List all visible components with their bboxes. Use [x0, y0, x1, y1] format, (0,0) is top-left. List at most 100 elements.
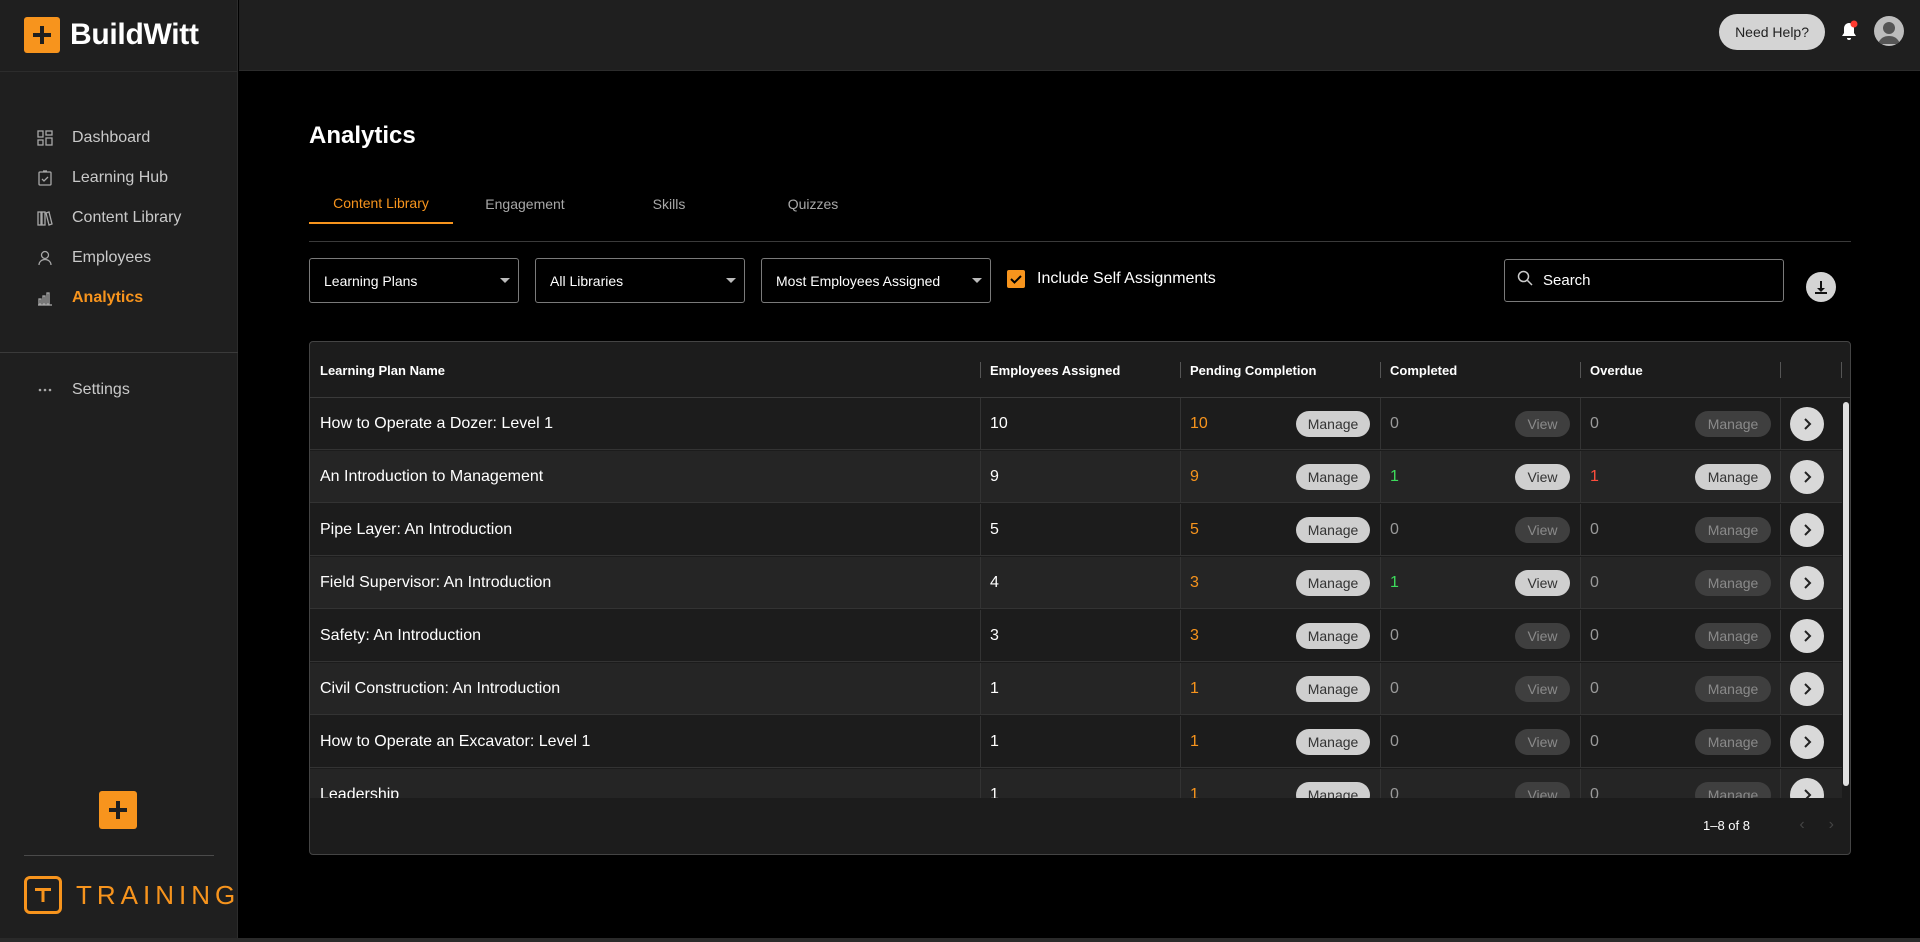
tab-quizzes[interactable]: Quizzes — [741, 184, 885, 224]
completed-view-button[interactable]: View — [1515, 729, 1570, 755]
row-details-button[interactable] — [1790, 460, 1824, 494]
column-header-name[interactable]: Learning Plan Name — [310, 342, 445, 398]
table-body: How to Operate a Dozer: Level 1 10 10 Ma… — [310, 398, 1850, 798]
scrollbar-thumb[interactable] — [1843, 402, 1849, 786]
completed-view-button[interactable]: View — [1515, 517, 1570, 543]
learning-plans-table: Learning Plan Name Employees Assigned Pe… — [309, 341, 1851, 855]
pending-manage-button[interactable]: Manage — [1296, 623, 1370, 649]
sidebar-item-settings[interactable]: Settings — [0, 370, 238, 410]
overdue-manage-button[interactable]: Manage — [1695, 623, 1771, 649]
employees-assigned-value: 5 — [990, 521, 999, 538]
person-icon — [36, 249, 54, 267]
table-row[interactable]: Leadership 1 1 Manage 0 View 0 Manage — [310, 769, 1850, 798]
completed-view-button[interactable]: View — [1515, 676, 1570, 702]
row-details-button[interactable] — [1790, 672, 1824, 706]
need-help-button[interactable]: Need Help? — [1719, 14, 1825, 50]
overdue-manage-button[interactable]: Manage — [1695, 570, 1771, 596]
include-self-label: Include Self Assignments — [1037, 270, 1216, 287]
table-row[interactable]: Pipe Layer: An Introduction 5 5 Manage 0… — [310, 504, 1850, 556]
completed-value: 0 — [1390, 680, 1399, 697]
app-root: BuildWitt Dashboard Learning Hub Content… — [0, 0, 1920, 942]
training-t-icon — [24, 876, 62, 914]
table-scrollbar[interactable] — [1842, 398, 1850, 798]
overdue-manage-button[interactable]: Manage — [1695, 464, 1771, 490]
sidebar-nav: Dashboard Learning Hub Content Library E… — [0, 118, 238, 318]
sidebar-item-dashboard[interactable]: Dashboard — [0, 118, 238, 158]
include-self-checkbox[interactable] — [1007, 270, 1025, 288]
column-header-assigned[interactable]: Employees Assigned — [980, 342, 1120, 398]
row-details-button[interactable] — [1790, 725, 1824, 759]
column-separator — [1780, 362, 1781, 378]
row-details-button[interactable] — [1790, 513, 1824, 547]
pending-manage-button[interactable]: Manage — [1296, 782, 1370, 798]
row-details-button[interactable] — [1790, 778, 1824, 798]
bar-chart-icon — [36, 289, 54, 307]
tab-skills[interactable]: Skills — [597, 184, 741, 224]
settings-link[interactable]: Settings — [0, 370, 238, 410]
sidebar-item-label: Analytics — [72, 289, 144, 306]
table-row[interactable]: An Introduction to Management 9 9 Manage… — [310, 451, 1850, 503]
chevron-right-icon — [1804, 789, 1812, 798]
chevron-right-icon[interactable]: › — [1829, 816, 1834, 834]
pending-manage-button[interactable]: Manage — [1296, 517, 1370, 543]
overdue-manage-button[interactable]: Manage — [1695, 729, 1771, 755]
row-details-button[interactable] — [1790, 407, 1824, 441]
search-input[interactable] — [1543, 272, 1763, 289]
plan-name: Pipe Layer: An Introduction — [320, 521, 513, 538]
plan-name: Civil Construction: An Introduction — [320, 680, 561, 697]
completed-view-button[interactable]: View — [1515, 464, 1570, 490]
table-row[interactable]: Field Supervisor: An Introduction 4 3 Ma… — [310, 557, 1850, 609]
overdue-manage-button[interactable]: Manage — [1695, 676, 1771, 702]
more-dots-icon — [36, 381, 54, 399]
table-row[interactable]: Safety: An Introduction 3 3 Manage 0 Vie… — [310, 610, 1850, 662]
column-header-overdue[interactable]: Overdue — [1580, 342, 1643, 398]
overdue-manage-button[interactable]: Manage — [1695, 782, 1771, 798]
sort-select[interactable]: Most Employees Assigned — [761, 258, 991, 303]
overdue-manage-button[interactable]: Manage — [1695, 411, 1771, 437]
column-header-completed[interactable]: Completed — [1380, 342, 1457, 398]
table-row[interactable]: How to Operate an Excavator: Level 1 1 1… — [310, 716, 1850, 768]
sidebar-item-employees[interactable]: Employees — [0, 238, 238, 278]
chevron-right-icon — [1804, 471, 1812, 483]
sidebar-item-analytics[interactable]: Analytics — [0, 278, 238, 318]
completed-view-button[interactable]: View — [1515, 782, 1570, 798]
row-details-button[interactable] — [1790, 619, 1824, 653]
column-header-pending[interactable]: Pending Completion — [1180, 342, 1316, 398]
library-select[interactable]: All Libraries — [535, 258, 745, 303]
row-details-button[interactable] — [1790, 566, 1824, 600]
overdue-value: 0 — [1590, 786, 1599, 798]
completed-value: 0 — [1390, 415, 1399, 432]
chevron-left-icon[interactable]: ‹ — [1799, 816, 1804, 834]
plan-name: How to Operate an Excavator: Level 1 — [320, 733, 591, 750]
tab-content-library[interactable]: Content Library — [309, 184, 453, 224]
pending-manage-button[interactable]: Manage — [1296, 729, 1370, 755]
completed-view-button[interactable]: View — [1515, 570, 1570, 596]
table-header: Learning Plan Name Employees Assigned Pe… — [310, 342, 1850, 398]
sidebar-divider — [0, 71, 238, 72]
buildwitt-logo-icon — [24, 17, 60, 53]
download-icon[interactable] — [1806, 272, 1836, 302]
overdue-manage-button[interactable]: Manage — [1695, 517, 1771, 543]
sidebar-item-label: Employees — [72, 249, 152, 266]
overdue-value: 1 — [1590, 468, 1599, 485]
brand-logo[interactable]: BuildWitt — [24, 17, 199, 53]
include-self-assignments[interactable]: Include Self Assignments — [1007, 270, 1216, 288]
column-line — [1780, 610, 1781, 662]
pending-manage-button[interactable]: Manage — [1296, 411, 1370, 437]
notification-bell-icon[interactable] — [1839, 20, 1859, 42]
user-avatar-icon[interactable] — [1874, 16, 1904, 46]
type-select[interactable]: Learning Plans — [309, 258, 519, 303]
pagination-arrows: ‹ › — [1799, 816, 1834, 834]
chevron-right-icon — [1804, 683, 1812, 695]
sidebar-item-learning-hub[interactable]: Learning Hub — [0, 158, 238, 198]
completed-view-button[interactable]: View — [1515, 623, 1570, 649]
table-row[interactable]: Civil Construction: An Introduction 1 1 … — [310, 663, 1850, 715]
tab-engagement[interactable]: Engagement — [453, 184, 597, 224]
sidebar-item-content-library[interactable]: Content Library — [0, 198, 238, 238]
search-box[interactable] — [1504, 259, 1784, 302]
table-row[interactable]: How to Operate a Dozer: Level 1 10 10 Ma… — [310, 398, 1850, 450]
pending-manage-button[interactable]: Manage — [1296, 676, 1370, 702]
pending-manage-button[interactable]: Manage — [1296, 570, 1370, 596]
completed-view-button[interactable]: View — [1515, 411, 1570, 437]
pending-manage-button[interactable]: Manage — [1296, 464, 1370, 490]
